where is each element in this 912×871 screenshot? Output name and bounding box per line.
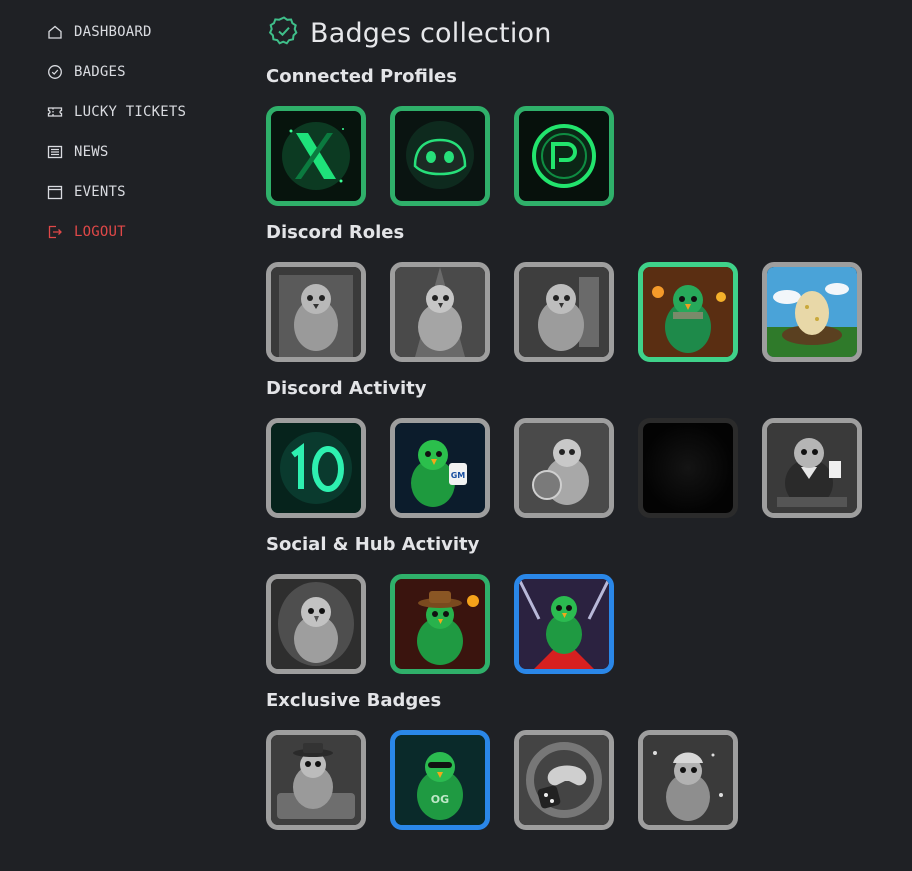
sidebar-item-label: LUCKY TICKETS <box>74 104 187 120</box>
badge-check-icon <box>46 63 64 81</box>
newspaper-icon <box>46 143 64 161</box>
section-title-discord-activity: Discord Activity <box>266 378 427 399</box>
sidebar-item-badges[interactable]: BADGES <box>46 60 126 84</box>
sidebar-item-logout[interactable]: LOGOUT <box>46 220 126 244</box>
sidebar-item-label: NEWS <box>74 144 109 160</box>
locked-dark-badge[interactable] <box>638 418 738 518</box>
badge-row-discord-roles <box>266 262 862 362</box>
badge-check-icon <box>268 15 300 51</box>
sidebar-item-label: BADGES <box>74 64 126 80</box>
page-title: Badges collection <box>310 17 552 49</box>
svg-text:OG: OG <box>431 793 449 806</box>
cowboy-bird-badge[interactable] <box>390 574 490 674</box>
x-profile-badge[interactable] <box>266 106 366 206</box>
home-icon <box>46 23 64 41</box>
sidebar: DASHBOARD BADGES LUCKY TICKETS NEWS EVEN… <box>0 0 250 871</box>
gangster-bird-badge[interactable] <box>266 730 366 830</box>
logout-icon <box>46 223 64 241</box>
poker-bird-badge[interactable] <box>762 418 862 518</box>
badge-row-connected-profiles <box>266 106 614 206</box>
red-carpet-bird-badge[interactable] <box>514 574 614 674</box>
owl-armor-badge[interactable] <box>514 262 614 362</box>
game-controller-badge[interactable] <box>514 730 614 830</box>
section-title-exclusive-badges: Exclusive Badges <box>266 690 442 711</box>
sidebar-item-dashboard[interactable]: DASHBOARD <box>46 20 152 44</box>
calendar-icon <box>46 183 64 201</box>
badge-row-social-hub-activity <box>266 574 614 674</box>
section-title-connected-profiles: Connected Profiles <box>266 66 457 87</box>
owl-knight-badge[interactable] <box>266 262 366 362</box>
golden-egg-badge[interactable] <box>762 262 862 362</box>
discord-profile-badge[interactable] <box>390 106 490 206</box>
sidebar-item-label: LOGOUT <box>74 224 126 240</box>
green-bird-badge[interactable] <box>638 262 738 362</box>
sidebar-item-label: DASHBOARD <box>74 24 152 40</box>
sidebar-item-news[interactable]: NEWS <box>46 140 109 164</box>
santa-bird-badge[interactable] <box>638 730 738 830</box>
page-header: Badges collection <box>268 14 552 52</box>
section-title-discord-roles: Discord Roles <box>266 222 405 243</box>
app-root: DASHBOARD BADGES LUCKY TICKETS NEWS EVEN… <box>0 0 912 871</box>
eagle-cave-badge[interactable] <box>266 574 366 674</box>
badge-row-discord-activity: GM <box>266 418 862 518</box>
ticket-icon <box>46 103 64 121</box>
patreon-profile-badge[interactable] <box>514 106 614 206</box>
og-bird-badge[interactable]: OG <box>390 730 490 830</box>
sidebar-item-label: EVENTS <box>74 184 126 200</box>
svg-text:GM: GM <box>451 471 466 480</box>
ten-badge[interactable] <box>266 418 366 518</box>
sidebar-item-events[interactable]: EVENTS <box>46 180 126 204</box>
sidebar-item-lucky-tickets[interactable]: LUCKY TICKETS <box>46 100 186 124</box>
gm-bird-badge[interactable]: GM <box>390 418 490 518</box>
badge-row-exclusive-badges: OG <box>266 730 738 830</box>
shield-bird-badge[interactable] <box>514 418 614 518</box>
section-title-social-hub-activity: Social & Hub Activity <box>266 534 480 555</box>
owl-warrior-badge[interactable] <box>390 262 490 362</box>
